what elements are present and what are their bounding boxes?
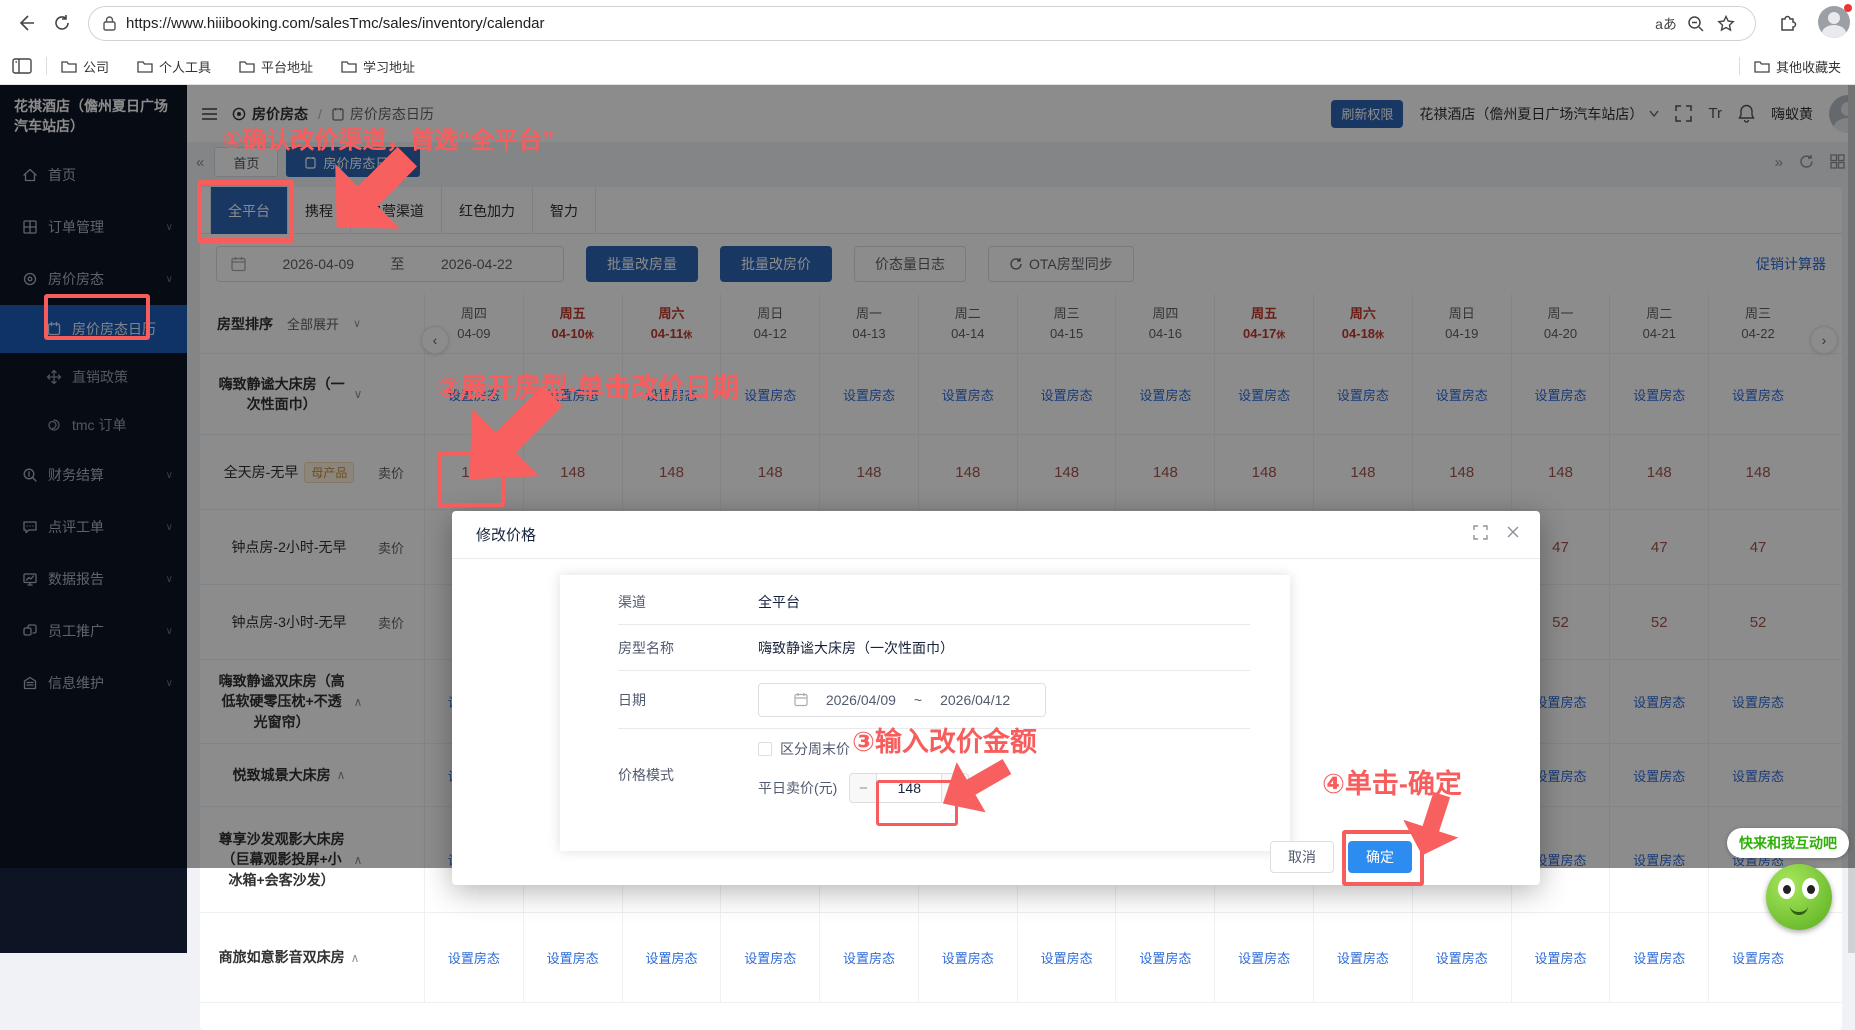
mascot-avatar[interactable] <box>1766 864 1832 930</box>
browser-reload-icon[interactable] <box>48 9 76 37</box>
bookmarks-bar: 公司 个人工具 平台地址 学习地址 其他收藏夹 <box>0 47 1855 85</box>
set-room-status-link[interactable]: 设置房态 <box>942 948 994 967</box>
modal-title: 修改价格 <box>476 524 536 545</box>
divider <box>46 57 47 75</box>
room-type-field-label: 房型名称 <box>618 638 758 658</box>
browser-url-bar[interactable]: https://www.hiiibooking.com/salesTmc/sal… <box>88 6 1756 41</box>
mascot-eye <box>1778 878 1795 899</box>
set-room-status-link[interactable]: 设置房态 <box>1732 948 1784 967</box>
set-room-status-link[interactable]: 设置房态 <box>1633 948 1685 967</box>
browser-extensions-icon[interactable] <box>1774 8 1802 36</box>
bookmark-other-favorites[interactable]: 其他收藏夹 <box>1754 57 1841 76</box>
modal-close-icon[interactable] <box>1506 525 1520 540</box>
weekday-price-label: 平日卖价(元) <box>758 778 837 798</box>
calendar-icon <box>794 692 808 707</box>
modal-maximize-icon[interactable] <box>1473 525 1488 540</box>
set-room-status-link[interactable]: 设置房态 <box>448 948 500 967</box>
set-room-status-link[interactable]: 设置房态 <box>1436 948 1488 967</box>
set-room-status-link[interactable]: 设置房态 <box>1534 948 1586 967</box>
browser-chrome: https://www.hiiibooking.com/salesTmc/sal… <box>0 0 1855 85</box>
mascot-bubble[interactable]: 快来和我互动吧 <box>1727 828 1849 858</box>
set-room-status-link[interactable]: 设置房态 <box>744 948 796 967</box>
modify-price-modal: 修改价格 渠道 全平台 房型名称 嗨致静谧大床房（一次性面巾） 日期 2026/… <box>452 511 1540 885</box>
bookmark-company[interactable]: 公司 <box>61 57 109 76</box>
mascot-eye <box>1802 878 1819 899</box>
sidebar-toggle-icon[interactable] <box>12 57 32 75</box>
lock-icon <box>103 16 116 31</box>
price-mode-label: 价格模式 <box>618 739 758 785</box>
bookmark-platform-address[interactable]: 平台地址 <box>239 57 313 76</box>
cancel-button[interactable]: 取消 <box>1270 841 1334 873</box>
bookmark-label: 公司 <box>83 57 109 76</box>
checkbox-icon[interactable] <box>758 742 772 756</box>
profile-notification-dot <box>1844 4 1852 12</box>
modal-footer: 取消 确定 <box>1270 841 1412 873</box>
modal-date-to: 2026/04/12 <box>940 692 1010 708</box>
weekend-price-checkbox[interactable]: 区分周末价 <box>758 739 969 759</box>
row-label: 商旅如意影音双床房 <box>219 947 345 967</box>
modal-date-range-input[interactable]: 2026/04/09 ~ 2026/04/12 <box>758 683 1046 717</box>
zoom-out-icon[interactable] <box>1681 15 1711 33</box>
browser-back-icon[interactable] <box>12 9 40 37</box>
set-room-status-link[interactable]: 设置房态 <box>843 948 895 967</box>
set-room-status-link[interactable]: 设置房态 <box>645 948 697 967</box>
set-room-status-link[interactable]: 设置房态 <box>1238 948 1290 967</box>
channel-field-value: 全平台 <box>758 592 800 612</box>
channel-field-label: 渠道 <box>618 592 758 612</box>
bookmark-label: 学习地址 <box>363 57 415 76</box>
modal-date-tilde: ~ <box>914 692 922 708</box>
date-field-label: 日期 <box>618 690 758 710</box>
modal-header: 修改价格 <box>452 511 1540 559</box>
set-room-status-link[interactable]: 设置房态 <box>1139 948 1191 967</box>
set-room-status-link[interactable]: 设置房态 <box>547 948 599 967</box>
translate-icon[interactable]: aあ <box>1651 14 1681 34</box>
modal-date-from: 2026/04/09 <box>826 692 896 708</box>
divider <box>1739 57 1740 75</box>
weekend-price-label: 区分周末价 <box>780 739 850 759</box>
bookmark-personal-tools[interactable]: 个人工具 <box>137 57 211 76</box>
url-text: https://www.hiiibooking.com/salesTmc/sal… <box>126 15 1651 32</box>
set-room-status-link[interactable]: 设置房态 <box>1337 948 1389 967</box>
room-type-field-value: 嗨致静谧大床房（一次性面巾） <box>758 638 954 658</box>
favorite-star-icon[interactable] <box>1711 15 1741 33</box>
set-room-status-link[interactable]: 设置房态 <box>1041 948 1093 967</box>
bookmark-label: 个人工具 <box>159 57 211 76</box>
bookmark-label: 平台地址 <box>261 57 313 76</box>
mascot-mouth <box>1790 906 1808 915</box>
room-type-row: 商旅如意影音双床房∧设置房态设置房态设置房态设置房态设置房态设置房态设置房态设置… <box>200 913 1842 1003</box>
modal-form-card: 渠道 全平台 房型名称 嗨致静谧大床房（一次性面巾） 日期 2026/04/09… <box>560 575 1290 851</box>
price-decrement-button[interactable]: − <box>849 773 877 803</box>
bookmark-label: 其他收藏夹 <box>1776 57 1841 76</box>
bookmark-learning-address[interactable]: 学习地址 <box>341 57 415 76</box>
